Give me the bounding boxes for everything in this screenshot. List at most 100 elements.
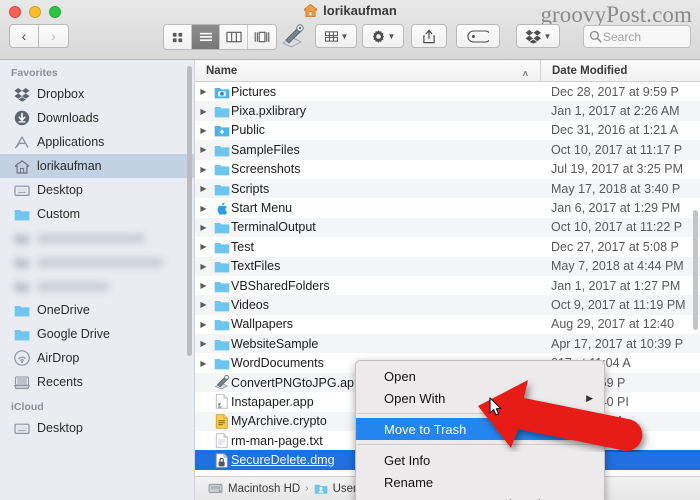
table-row[interactable]: ▶ Start Menu Jan 6, 2017 at 1:29 PM bbox=[195, 198, 700, 217]
disclosure-triangle-icon[interactable]: ▶ bbox=[195, 107, 212, 116]
folder-icon bbox=[212, 162, 231, 176]
recents-icon bbox=[14, 375, 30, 389]
back-button[interactable]: ‹ bbox=[9, 24, 39, 48]
icon-view-button[interactable] bbox=[164, 25, 192, 49]
folder-icon bbox=[212, 143, 231, 157]
file-date-modified: Dec 31, 2016 at 1:21 A bbox=[551, 123, 679, 138]
table-row[interactable]: ▶ VBSharedFolders Jan 1, 2017 at 1:27 PM bbox=[195, 276, 700, 295]
sidebar-item-blurred-6[interactable] bbox=[0, 226, 194, 250]
column-view-button[interactable] bbox=[220, 25, 248, 49]
folder-icon bbox=[14, 234, 30, 245]
table-row[interactable]: ▶ Public Dec 31, 2016 at 1:21 A bbox=[195, 121, 700, 140]
disclosure-triangle-icon[interactable]: ▶ bbox=[195, 359, 212, 368]
folder-icon bbox=[212, 220, 231, 234]
disclosure-triangle-icon[interactable]: ▶ bbox=[195, 184, 212, 193]
sidebar-item-label: Downloads bbox=[37, 111, 99, 125]
menu-item-get-info[interactable]: Get Info bbox=[356, 449, 604, 471]
forward-button[interactable]: › bbox=[39, 24, 69, 48]
disclosure-triangle-icon[interactable]: ▶ bbox=[195, 204, 212, 213]
search-placeholder: Search bbox=[603, 29, 642, 44]
folder-icon bbox=[212, 240, 231, 254]
recents-icon bbox=[14, 374, 30, 390]
table-row[interactable]: ▶ Scripts May 17, 2018 at 3:40 P bbox=[195, 178, 700, 199]
file-list-vertical-scrollbar[interactable] bbox=[693, 210, 698, 330]
search-input[interactable]: Search bbox=[583, 25, 691, 48]
dropbox-button[interactable]: ▼ bbox=[516, 24, 560, 48]
sidebar-item-desktop[interactable]: Desktop bbox=[0, 416, 194, 440]
sidebar-item-airdrop[interactable]: AirDrop bbox=[0, 346, 194, 370]
disclosure-triangle-icon[interactable]: ▶ bbox=[195, 339, 212, 348]
menu-item-compress-securedelete-dmg[interactable]: Compress “SecureDelete.dmg” bbox=[356, 493, 604, 500]
gallery-view-button[interactable] bbox=[248, 25, 276, 49]
table-row[interactable]: ▶ TextFiles May 7, 2018 at 4:44 PM bbox=[195, 256, 700, 276]
chevron-down-icon: ▼ bbox=[387, 31, 396, 41]
file-name: TerminalOutput bbox=[231, 220, 316, 235]
sidebar-section-header: iCloud bbox=[11, 401, 44, 413]
sidebar-item-lorikaufman[interactable]: lorikaufman bbox=[0, 154, 194, 178]
column-header-date-modified[interactable]: Date Modified bbox=[540, 60, 700, 82]
sidebar-scrollbar[interactable] bbox=[187, 66, 192, 356]
sidebar-item-custom[interactable]: Custom bbox=[0, 202, 194, 226]
disclosure-triangle-icon[interactable]: ▶ bbox=[195, 126, 212, 135]
applications-icon bbox=[14, 135, 29, 149]
sidebar-item-recents[interactable]: Recents bbox=[0, 370, 194, 394]
dropbox-icon bbox=[14, 87, 30, 102]
table-row[interactable]: ▶ Pixa.pxlibrary Jan 1, 2017 at 2:26 AM bbox=[195, 101, 700, 121]
table-row[interactable]: ▶ Videos Oct 9, 2017 at 11:19 PM bbox=[195, 295, 700, 315]
list-view-button[interactable] bbox=[192, 25, 220, 49]
mouse-cursor bbox=[489, 397, 502, 416]
folder-icon bbox=[14, 326, 30, 342]
sidebar[interactable]: Favorites Dropbox Downloads Applications bbox=[0, 60, 195, 500]
pictures-folder-icon bbox=[214, 87, 229, 99]
table-row[interactable]: ▶ SampleFiles Oct 10, 2017 at 11:17 P bbox=[195, 140, 700, 160]
sidebar-item-label: Custom bbox=[37, 207, 81, 221]
menu-item-rename[interactable]: Rename bbox=[356, 471, 604, 493]
table-row[interactable]: ▶ Screenshots Jul 19, 2017 at 3:25 PM bbox=[195, 160, 700, 179]
file-date-modified: Oct 10, 2017 at 11:17 P bbox=[551, 142, 683, 157]
disclosure-triangle-icon[interactable]: ▶ bbox=[195, 223, 212, 232]
disclosure-triangle-icon[interactable]: ▶ bbox=[195, 165, 212, 174]
public-folder-icon bbox=[212, 123, 231, 137]
disclosure-triangle-icon[interactable]: ▶ bbox=[195, 242, 212, 251]
disclosure-triangle-icon[interactable]: ▶ bbox=[195, 145, 212, 154]
gear-icon bbox=[372, 29, 384, 43]
sidebar-item-blurred-8[interactable] bbox=[0, 274, 194, 298]
table-row[interactable]: ▶ Pictures Dec 28, 2017 at 9:59 P bbox=[195, 82, 700, 101]
sidebar-item-downloads[interactable]: Downloads bbox=[0, 106, 194, 130]
disclosure-triangle-icon[interactable]: ▶ bbox=[195, 262, 212, 271]
disclosure-triangle-icon[interactable]: ▶ bbox=[195, 87, 212, 96]
apple-alias-icon bbox=[217, 201, 227, 215]
folder-icon bbox=[14, 278, 30, 294]
disclosure-triangle-icon[interactable]: ▶ bbox=[195, 281, 212, 290]
sidebar-item-blurred-7[interactable] bbox=[0, 250, 194, 274]
crypto-doc-icon bbox=[215, 414, 228, 429]
table-row[interactable]: ▶ Wallpapers Aug 29, 2017 at 12:40 bbox=[195, 315, 700, 334]
folder-icon bbox=[214, 242, 229, 254]
column-header-name[interactable]: Name ˄ bbox=[195, 65, 540, 79]
disclosure-triangle-icon[interactable]: ▶ bbox=[195, 300, 212, 309]
action-gear-button[interactable]: ▼ bbox=[362, 24, 404, 48]
menu-item-label: Open With bbox=[384, 390, 446, 406]
script-icon bbox=[212, 375, 231, 390]
sidebar-item-google-drive[interactable]: Google Drive bbox=[0, 322, 194, 346]
table-row[interactable]: ▶ WebsiteSample Apr 17, 2017 at 10:39 P bbox=[195, 334, 700, 354]
path-item-macintosh-hd[interactable]: Macintosh HD bbox=[228, 483, 300, 495]
folder-icon bbox=[14, 302, 30, 318]
title-bar: lorikaufman groovyPost.com ‹ › ▼ ▼ ▼ Sea… bbox=[0, 0, 700, 60]
users-folder-icon bbox=[314, 484, 327, 494]
sidebar-item-onedrive[interactable]: OneDrive bbox=[0, 298, 194, 322]
path-item-users[interactable]: User bbox=[333, 483, 357, 495]
arrange-by-button[interactable]: ▼ bbox=[315, 24, 357, 48]
automator-icon[interactable] bbox=[280, 24, 306, 49]
home-icon bbox=[15, 159, 29, 174]
sidebar-item-applications[interactable]: Applications bbox=[0, 130, 194, 154]
file-name: Pictures bbox=[231, 84, 277, 99]
file-name: Pixa.pxlibrary bbox=[231, 104, 307, 119]
table-row[interactable]: ▶ Test Dec 27, 2017 at 5:08 P bbox=[195, 237, 700, 256]
sidebar-item-dropbox[interactable]: Dropbox bbox=[0, 82, 194, 106]
sidebar-item-desktop[interactable]: Desktop bbox=[0, 178, 194, 202]
disclosure-triangle-icon[interactable]: ▶ bbox=[195, 320, 212, 329]
tag-button[interactable] bbox=[456, 24, 500, 48]
table-row[interactable]: ▶ TerminalOutput Oct 10, 2017 at 11:22 P bbox=[195, 217, 700, 238]
share-button[interactable] bbox=[411, 24, 447, 48]
